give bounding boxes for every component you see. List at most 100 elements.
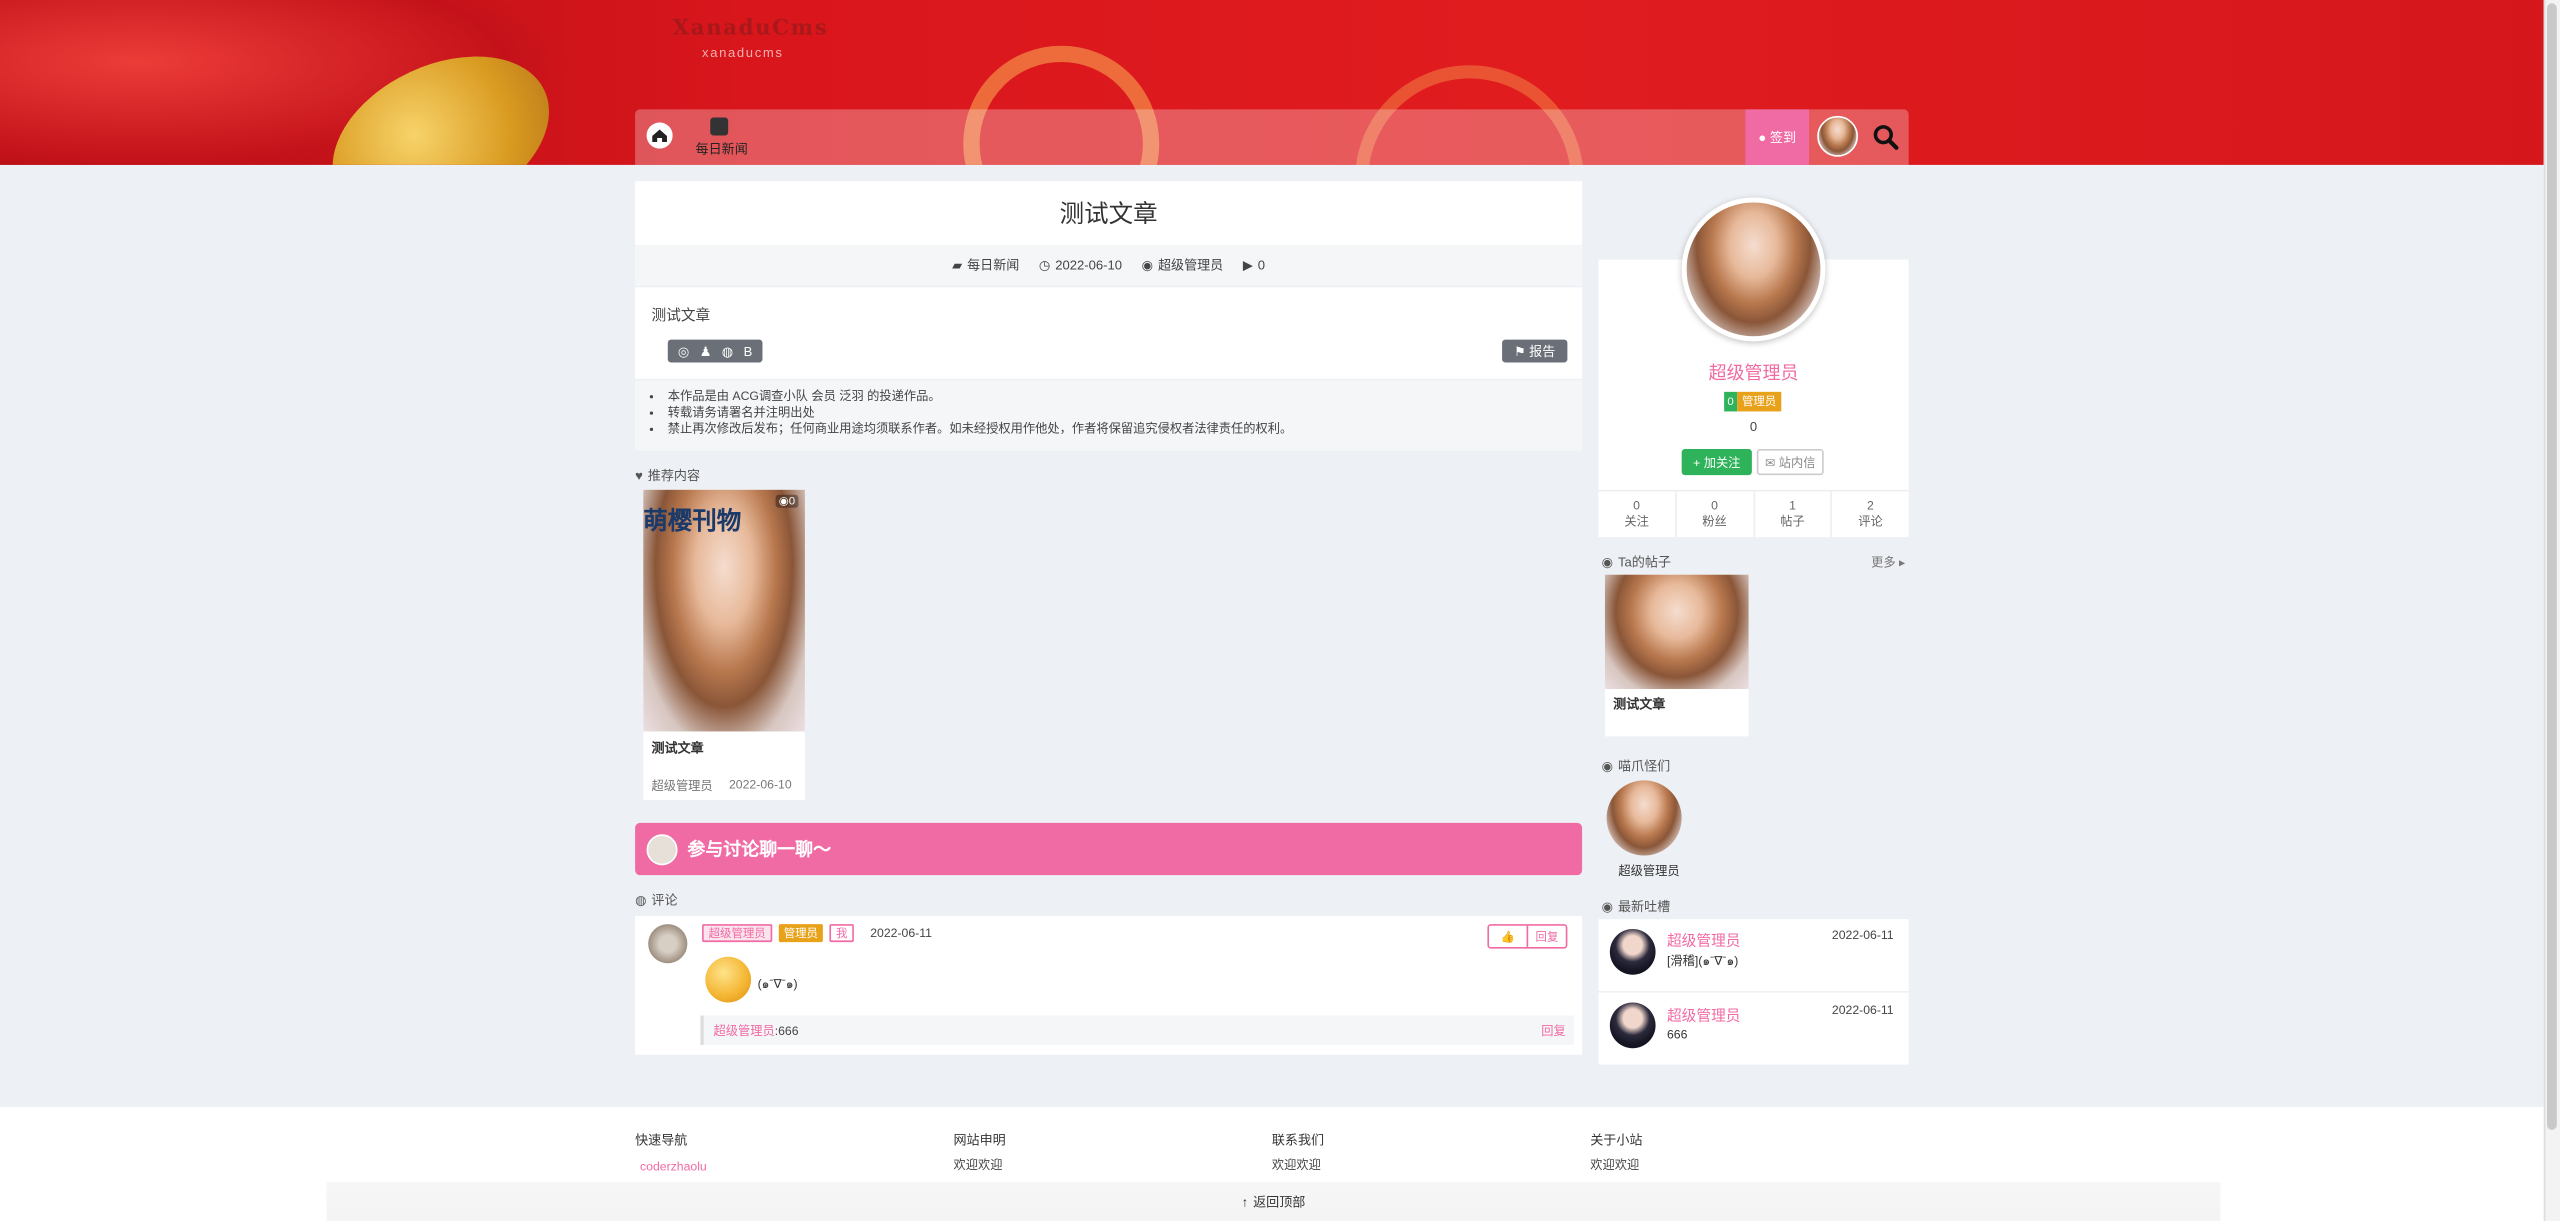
site-logo-sub: xanaducms	[702, 45, 784, 61]
footer-col-title: 联系我们	[1271, 1133, 1325, 1148]
guy-name[interactable]: 超级管理员	[1607, 862, 1692, 880]
copyright-notes: 本作品是由 ACG调查小队 会员 泛羽 的投递作品。 转载请务请署名并注明出处 …	[635, 380, 1583, 451]
back-to-top-button[interactable]: ↑ 返回顶部	[326, 1182, 2221, 1221]
quote-text: :666	[774, 1022, 799, 1038]
scrollbar-thumb[interactable]	[2547, 3, 2557, 1130]
qq-icon[interactable]: ♟	[700, 344, 712, 359]
tucao-avatar	[1609, 929, 1656, 975]
clock-icon: ◷	[1038, 257, 1051, 273]
comment-user[interactable]: 超级管理员	[702, 924, 773, 943]
post-title: 测试文章	[1613, 697, 1666, 712]
mail-icon: ✉	[1765, 454, 1779, 470]
users-icon: ◉	[1601, 899, 1614, 915]
checkin-button[interactable]: ● 签到	[1745, 109, 1810, 165]
comments-icon: ◍	[635, 893, 647, 908]
note-item: 本作品是由 ACG调查小队 会员 泛羽 的投递作品。	[668, 389, 1582, 405]
top-nav	[635, 109, 1909, 165]
footer-col-title: 快速导航	[635, 1133, 688, 1148]
discuss-banner: 参与讨论聊一聊～	[635, 822, 1583, 876]
footer-link[interactable]: coderzhaolu	[640, 1159, 707, 1174]
user-avatar[interactable]	[1817, 115, 1859, 157]
stat-posts[interactable]: 1 帖子	[1754, 491, 1833, 538]
site-logo[interactable]: XanaduCms	[673, 16, 829, 40]
article-category[interactable]: ▰ 每日新闻	[952, 256, 1019, 274]
post-card[interactable]: 测试文章	[1604, 574, 1749, 737]
tucao-date: 2022-06-11	[1831, 927, 1894, 943]
guy-avatar[interactable]	[1606, 780, 1682, 856]
footer-link[interactable]: 欢迎欢迎	[1272, 1156, 1321, 1174]
article-title: 测试文章	[635, 181, 1583, 245]
follow-button[interactable]: + 加关注	[1681, 448, 1752, 476]
me-badge: 我	[829, 924, 854, 943]
article-views: ▶ 0	[1242, 257, 1266, 273]
tucao-item[interactable]: 超级管理员 2022-06-11 666	[1598, 992, 1909, 1065]
home-icon[interactable]	[646, 122, 673, 149]
tucao-heading: ◉ 最新吐槽	[1601, 899, 1671, 915]
like-button[interactable]: 👍	[1489, 925, 1529, 947]
stat-comments[interactable]: 2 评论	[1832, 491, 1908, 537]
more-link[interactable]: 更多 ▸	[1871, 553, 1905, 571]
message-button[interactable]: ✉ 站内信	[1756, 448, 1824, 476]
arrow-up-icon: ↑	[1241, 1194, 1249, 1210]
tucao-text: 666	[1666, 1026, 1688, 1042]
footer-link[interactable]: 欢迎欢迎	[1590, 1156, 1639, 1174]
newspaper-icon[interactable]	[710, 117, 729, 136]
nav-item-news[interactable]: 每日新闻	[696, 140, 748, 158]
flag-icon: ⚑	[1514, 343, 1526, 359]
folder-icon: ▰	[952, 257, 963, 273]
recommend-title[interactable]: 测试文章	[651, 740, 703, 758]
stat-followers[interactable]: 0 粉丝	[1676, 491, 1755, 538]
comment-avatar[interactable]	[648, 924, 688, 964]
smile-emoji-icon	[705, 956, 752, 1003]
article-meta: ▰ 每日新闻 ◷ 2022-06-10 ◉ 超级管理员 ▶ 0	[635, 244, 1583, 286]
tucao-user: 超级管理员	[1666, 932, 1741, 949]
reply-button[interactable]: 回复	[1528, 926, 1566, 947]
level-badge: 0	[1724, 391, 1738, 412]
views-badge: ◉0	[775, 494, 799, 508]
comment-date: 2022-06-11	[870, 925, 932, 941]
article-date: ◷ 2022-06-10	[1038, 257, 1123, 273]
stat-following[interactable]: 0 关注	[1598, 491, 1677, 538]
user-icon: ◉	[1601, 555, 1614, 570]
posts-heading: ◉ Ta的帖子	[1601, 555, 1671, 570]
comment-text: (๑ˉ∇ˉ๑)	[757, 976, 798, 992]
role-badge: 管理员	[778, 924, 823, 943]
profile-level: 0 管理员	[1724, 391, 1782, 412]
recommend-heading: ♥ 推荐内容	[635, 468, 701, 484]
article-content: 测试文章	[651, 306, 711, 324]
footer-col-title: 网站申明	[953, 1133, 1006, 1148]
article-author[interactable]: ◉ 超级管理员	[1142, 256, 1224, 274]
report-button[interactable]: ⚑ 报告	[1502, 339, 1568, 363]
recommend-meta: 超级管理员 2022-06-10	[651, 777, 792, 794]
weibo-icon[interactable]: ◎	[678, 344, 689, 359]
user-icon: ◉	[1141, 257, 1154, 273]
share-bar: ◎ ♟ ◍ B	[667, 339, 763, 363]
footer-col-title: 关于小站	[1590, 1133, 1643, 1148]
role-badge: 管理员	[1737, 391, 1782, 412]
discuss-avatar	[646, 834, 678, 866]
profile-name[interactable]: 超级管理员	[1598, 359, 1908, 385]
caret-right-icon: ▸	[1895, 555, 1906, 570]
tucao-avatar	[1609, 1002, 1656, 1049]
pin-icon: ●	[1758, 129, 1770, 145]
tucao-text: [滑稽](๑ˉ∇ˉ๑)	[1666, 953, 1739, 969]
profile-score: 0	[1749, 419, 1758, 435]
article-body	[635, 287, 1583, 379]
footer-link[interactable]: 欢迎欢迎	[953, 1156, 1002, 1174]
search-icon[interactable]	[1873, 124, 1899, 150]
post-cover	[1604, 574, 1749, 689]
tucao-user: 超级管理员	[1666, 1007, 1741, 1024]
quote-reply-link[interactable]: 回复	[1541, 1022, 1565, 1040]
profile-avatar[interactable]	[1681, 197, 1826, 342]
quote-user[interactable]: 超级管理员	[713, 1021, 774, 1039]
plus-icon: +	[1693, 454, 1704, 470]
play-icon: ▶	[1242, 257, 1253, 273]
reply-quote: 超级管理员:666	[700, 1015, 1574, 1045]
comment-header: 超级管理员 管理员 我 2022-06-11	[702, 924, 932, 943]
wechat-icon[interactable]: ◍	[722, 344, 733, 359]
share-b-button[interactable]: B	[744, 344, 753, 359]
tucao-date: 2022-06-11	[1831, 1002, 1894, 1018]
page: XanaduCms xanaducms 每日新闻 ● 签到 测试文章 ▰ 每日新闻…	[0, 0, 2560, 1221]
tucao-item[interactable]: 超级管理员 2022-06-11 [滑稽](๑ˉ∇ˉ๑)	[1598, 919, 1909, 992]
users-icon: ◉	[1601, 759, 1614, 774]
